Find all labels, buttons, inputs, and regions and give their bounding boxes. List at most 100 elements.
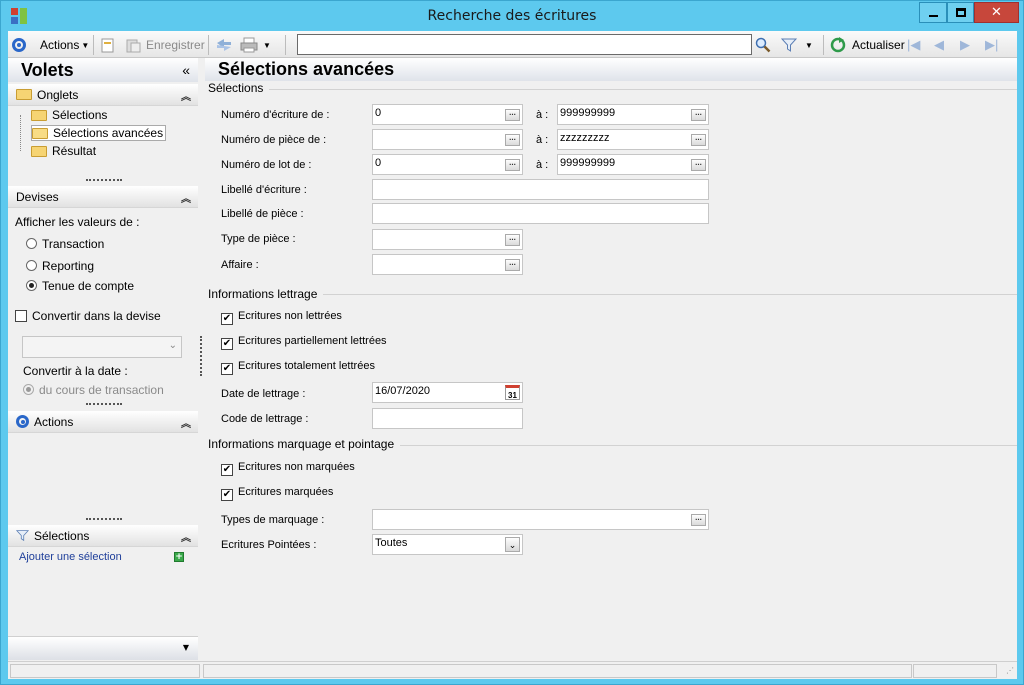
save-button[interactable]: Enregistrer [126, 36, 205, 54]
ellipsis-button[interactable]: ... [691, 134, 706, 146]
check-totalement-lettrees[interactable]: ✔ Ecritures totalement lettrées [221, 360, 375, 375]
label-types-marquage: Types de marquage : [221, 514, 325, 526]
checkbox-label: Ecritures partiellement lettrées [238, 335, 387, 347]
check-marquees[interactable]: ✔ Ecritures marquées [221, 486, 333, 501]
first-record-button[interactable]: |◀ [907, 36, 920, 54]
tree-item-selections-avancees[interactable]: Sélections avancées [31, 125, 167, 141]
devises-header[interactable]: Devises ︽ [8, 186, 198, 208]
toolbar-separator [823, 35, 824, 55]
splitter-grip[interactable] [86, 179, 122, 182]
label-code-lettrage: Code de lettrage : [221, 413, 309, 425]
tree-item-resultat[interactable]: Résultat [31, 144, 96, 158]
calendar-icon[interactable]: 31 [505, 385, 520, 400]
checkbox-checked: ✔ [221, 338, 233, 350]
input-num-ecriture-to[interactable]: 999999999... [557, 104, 709, 125]
last-record-button[interactable]: ▶| [985, 36, 998, 54]
a-label: à : [536, 134, 549, 146]
splitter-grip[interactable] [86, 518, 122, 521]
filter-button[interactable]: ▼ [781, 36, 813, 54]
actions-menu-button[interactable]: Actions ▼ [12, 36, 89, 54]
radio-transaction[interactable]: Transaction [26, 237, 104, 251]
sync-icon [217, 39, 231, 51]
onglets-header[interactable]: Onglets ︽ [8, 84, 198, 106]
new-button[interactable] [100, 36, 115, 54]
ellipsis-button[interactable]: ... [505, 259, 520, 271]
panels-title: Volets « [8, 58, 198, 82]
ellipsis-button[interactable]: ... [505, 234, 520, 246]
radio-button-selected [26, 280, 37, 291]
previous-record-button[interactable]: ◀ [934, 36, 944, 54]
radio-button [26, 260, 37, 271]
page-title: Sélections avancées [205, 58, 1017, 81]
add-icon[interactable]: + [174, 552, 184, 562]
refresh-button[interactable]: Actualiser [830, 36, 905, 54]
ellipsis-button[interactable]: ... [505, 109, 520, 121]
label-libelle-ecriture: Libellé d'écriture : [221, 184, 307, 196]
ellipsis-button[interactable]: ... [691, 159, 706, 171]
vertical-splitter[interactable] [200, 336, 203, 376]
input-num-piece-from[interactable]: ... [372, 129, 523, 150]
ellipsis-button[interactable]: ... [505, 134, 520, 146]
print-button[interactable]: ▼ [240, 36, 271, 54]
ellipsis-button[interactable]: ... [505, 159, 520, 171]
input-libelle-ecriture[interactable] [372, 179, 709, 200]
splitter-grip[interactable] [86, 403, 122, 406]
printer-icon [240, 37, 258, 53]
maximize-button[interactable] [947, 2, 974, 23]
check-non-lettrees[interactable]: ✔ Ecritures non lettrées [221, 310, 342, 325]
a-label: à : [536, 159, 549, 171]
check-partiellement-lettrees[interactable]: ✔ Ecritures partiellement lettrées [221, 335, 387, 350]
ellipsis-button[interactable]: ... [691, 514, 706, 526]
toolbar-separator [208, 35, 209, 55]
search-input[interactable] [297, 34, 752, 55]
select-ecritures-pointees[interactable]: Toutes ⌄ [372, 534, 523, 555]
input-num-lot-to[interactable]: 999999999... [557, 154, 709, 175]
radio-label: Reporting [42, 259, 95, 273]
input-code-lettrage[interactable] [372, 408, 523, 429]
folder-icon [16, 89, 32, 100]
ellipsis-button[interactable]: ... [691, 109, 706, 121]
chevron-down-icon[interactable]: ▼ [183, 643, 189, 652]
tree-item-label: Sélections avancées [53, 126, 164, 140]
collapse-panel-icon[interactable]: « [182, 58, 190, 82]
actions-icon [16, 415, 29, 428]
radio-reporting[interactable]: Reporting [26, 259, 94, 273]
selections-header[interactable]: Sélections ︽ [8, 525, 198, 547]
filter-icon [781, 38, 797, 52]
main-panel: Sélections avancées Sélections Numéro d'… [205, 58, 1017, 661]
currency-select[interactable]: ⌄ [22, 336, 182, 358]
tree-item-label: Résultat [52, 144, 97, 158]
search-button[interactable] [755, 36, 771, 54]
minimize-button[interactable] [919, 2, 947, 23]
checkbox-label: Ecritures non lettrées [238, 310, 342, 322]
chevron-down-icon[interactable]: ⌄ [505, 537, 520, 552]
input-type-piece[interactable]: ... [372, 229, 523, 250]
input-types-marquage[interactable]: ... [372, 509, 709, 530]
actions-header[interactable]: Actions ︽ [8, 411, 198, 433]
save-icon [126, 39, 141, 52]
group-marquage: Informations marquage et pointage [208, 437, 395, 451]
input-libelle-piece[interactable] [372, 203, 709, 224]
radio-tenue-de-compte[interactable]: Tenue de compte [26, 279, 134, 293]
close-button[interactable]: ✕ [974, 2, 1019, 23]
last-icon: ▶| [985, 37, 999, 52]
sync-button[interactable] [215, 36, 233, 54]
group-divider [269, 89, 1017, 90]
checkbox-label: Ecritures marquées [238, 486, 334, 498]
check-non-marquees[interactable]: ✔ Ecritures non marquées [221, 461, 355, 476]
resize-grip-icon[interactable]: ⋰ [1006, 666, 1014, 675]
label-num-lot: Numéro de lot de : [221, 159, 312, 171]
status-bar: ⋰ [8, 661, 1017, 679]
input-num-lot-from[interactable]: 0... [372, 154, 523, 175]
tree-item-selections[interactable]: Sélections [31, 108, 107, 122]
radio-du-cours[interactable]: du cours de transaction [23, 383, 164, 397]
save-label: Enregistrer [146, 38, 205, 52]
input-date-lettrage[interactable]: 16/07/2020 31 [372, 382, 523, 403]
app-window: Recherche des écritures ✕ Actions ▼ Enre… [0, 0, 1024, 685]
convert-currency-checkbox[interactable]: Convertir dans la devise [15, 309, 161, 323]
input-num-piece-to[interactable]: zzzzzzzzz... [557, 129, 709, 150]
input-num-ecriture-from[interactable]: 0... [372, 104, 523, 125]
input-affaire[interactable]: ... [372, 254, 523, 275]
add-selection-link[interactable]: Ajouter une sélection [19, 551, 122, 563]
next-record-button[interactable]: ▶ [960, 36, 970, 54]
